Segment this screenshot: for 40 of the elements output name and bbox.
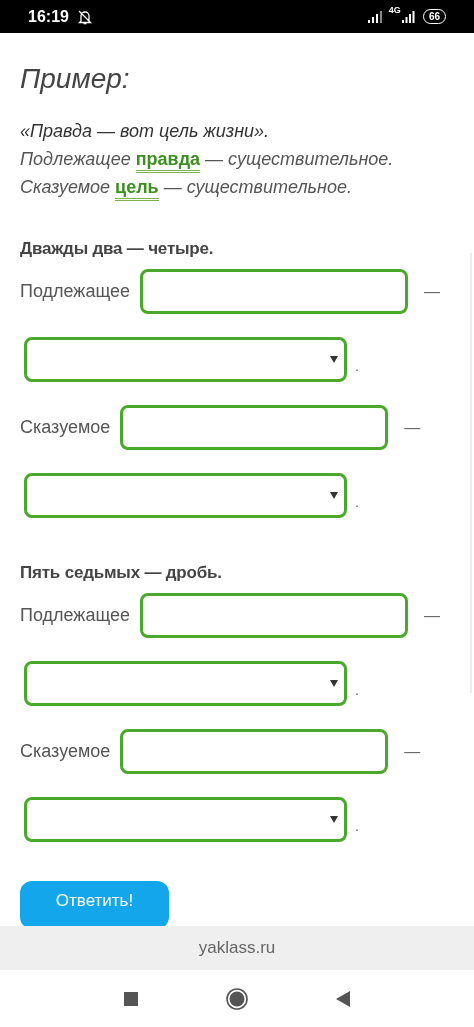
clock: 16:19: [28, 7, 69, 26]
field-label: Сказуемое: [20, 741, 111, 762]
task-sentence: Пять седьмых — дробь.: [20, 563, 223, 583]
task-sentence: Дважды два — четыре.: [20, 239, 215, 259]
period: .: [355, 358, 359, 374]
muted-bell-icon: [76, 8, 93, 25]
site-address: yaklass.ru: [198, 938, 276, 958]
example-explanation: Сказуемое цель — существительное.: [20, 173, 454, 201]
dropdown-arrow-icon: [330, 816, 338, 823]
network-type: 4G: [388, 5, 401, 15]
recent-apps-icon[interactable]: [124, 991, 138, 1006]
period: .: [355, 494, 359, 510]
answer-field[interactable]: [120, 405, 389, 450]
dropdown-arrow-icon: [330, 492, 338, 499]
example-heading: Пример:: [20, 63, 131, 95]
period: .: [355, 682, 359, 698]
field-label: Сказуемое: [20, 417, 111, 438]
home-icon[interactable]: [226, 987, 248, 1010]
answer-field[interactable]: [140, 593, 409, 638]
signal-icon: [366, 10, 383, 23]
answer-field[interactable]: [140, 269, 409, 314]
dash: —: [424, 606, 441, 625]
dash: —: [404, 418, 421, 437]
period: .: [355, 818, 359, 834]
dash: —: [404, 742, 421, 761]
example-explanation: Подлежащее правда — существительное.: [20, 145, 454, 173]
dash: —: [424, 282, 441, 301]
dropdown[interactable]: [24, 337, 347, 382]
field-label: Подлежащее: [20, 605, 131, 626]
example-sentence: «Правда — вот цель жизни».: [20, 120, 271, 143]
signal-icon: [400, 10, 415, 23]
dropdown-arrow-icon: [330, 356, 338, 363]
field-label: Подлежащее: [20, 281, 131, 302]
dropdown[interactable]: [24, 797, 347, 842]
answer-field[interactable]: [120, 729, 389, 774]
dropdown[interactable]: [24, 661, 347, 706]
back-icon[interactable]: [336, 990, 350, 1007]
submit-button[interactable]: Ответить!: [20, 881, 169, 926]
dropdown-arrow-icon: [330, 680, 338, 687]
dropdown[interactable]: [24, 473, 347, 518]
